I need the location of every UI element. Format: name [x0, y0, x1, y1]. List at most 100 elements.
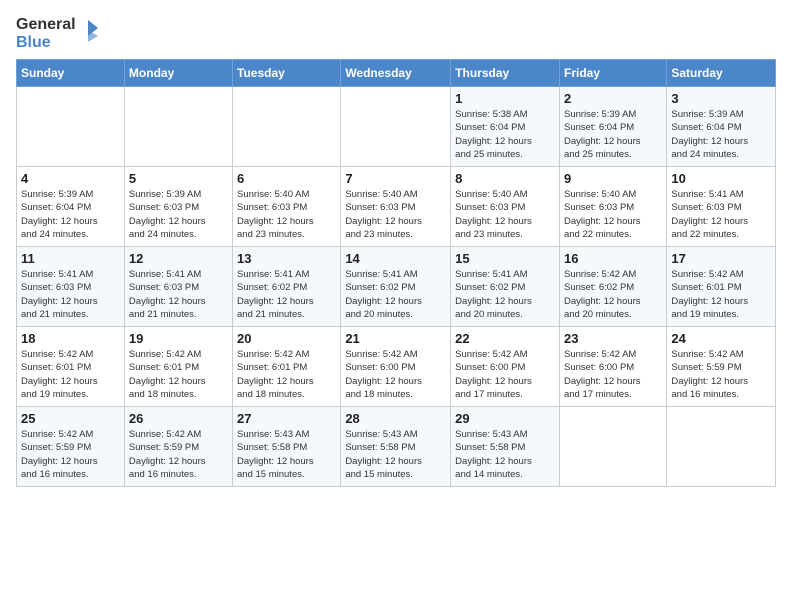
calendar-cell: 24 Sunrise: 5:42 AM Sunset: 5:59 PM Dayli…	[667, 327, 776, 407]
day-number: 18	[21, 331, 120, 346]
calendar-cell: 7Sunrise: 5:40 AM Sunset: 6:03 PM Daylig…	[341, 167, 451, 247]
week-row-2: 4Sunrise: 5:39 AM Sunset: 6:04 PM Daylig…	[17, 167, 776, 247]
day-number: 15	[455, 251, 555, 266]
calendar-cell	[341, 87, 451, 167]
week-row-1: 1 Sunrise: 5:38 AM Sunset: 6:04 PM Daylig…	[17, 87, 776, 167]
day-info: Sunrise: 5:42 AM Sunset: 5:59 PM Dayligh…	[129, 428, 228, 481]
calendar-cell: 19 Sunrise: 5:42 AM Sunset: 6:01 PM Dayli…	[124, 327, 232, 407]
calendar-cell: 26 Sunrise: 5:42 AM Sunset: 5:59 PM Dayli…	[124, 407, 232, 487]
day-info: Sunrise: 5:42 AM Sunset: 6:01 PM Dayligh…	[237, 348, 336, 401]
calendar-cell: 25Sunrise: 5:42 AM Sunset: 5:59 PM Dayli…	[17, 407, 125, 487]
week-row-5: 25 Sunrise: 5:42 AM Sunset: 5:59 PM Dayli…	[17, 407, 776, 487]
calendar-cell	[233, 87, 341, 167]
day-number: 28	[345, 411, 446, 426]
calendar-cell	[124, 87, 232, 167]
logo-line1: General	[16, 16, 76, 34]
header-friday: Friday	[559, 60, 666, 87]
calendar-cell: 27 Sunrise: 5:43 AM Sunset: 5:58 PM Dayli…	[233, 407, 341, 487]
calendar-cell	[17, 87, 125, 167]
header-monday: Monday	[124, 60, 232, 87]
day-info: Sunrise: 5:41 AM Sunset: 6:03 PM Dayligh…	[21, 268, 120, 321]
day-number: 21	[345, 331, 446, 346]
day-info: Sunrise: 5:43 AM Sunset: 5:58 PM Dayligh…	[455, 428, 555, 481]
calendar-cell: 8 Sunrise: 5:40 AM Sunset: 6:03 PM Daylig…	[451, 167, 560, 247]
calendar-cell: 23Sunrise: 5:42 AM Sunset: 6:00 PM Dayli…	[559, 327, 666, 407]
day-number: 26	[129, 411, 228, 426]
logo-bird-icon	[78, 20, 98, 48]
day-info: Sunrise: 5:41 AM Sunset: 6:02 PM Dayligh…	[345, 268, 446, 321]
day-info: Sunrise: 5:40 AM Sunset: 6:03 PM Dayligh…	[564, 188, 662, 241]
calendar-cell: 29 Sunrise: 5:43 AM Sunset: 5:58 PM Dayli…	[451, 407, 560, 487]
logo-line2: Blue	[16, 34, 76, 52]
calendar-cell: 14 Sunrise: 5:41 AM Sunset: 6:02 PM Dayli…	[341, 247, 451, 327]
day-number: 12	[129, 251, 228, 266]
week-row-3: 11 Sunrise: 5:41 AM Sunset: 6:03 PM Dayli…	[17, 247, 776, 327]
day-number: 13	[237, 251, 336, 266]
day-number: 14	[345, 251, 446, 266]
day-number: 8	[455, 171, 555, 186]
day-info: Sunrise: 5:40 AM Sunset: 6:03 PM Dayligh…	[345, 188, 446, 241]
week-row-4: 18 Sunrise: 5:42 AM Sunset: 6:01 PM Dayli…	[17, 327, 776, 407]
day-number: 19	[129, 331, 228, 346]
day-number: 6	[237, 171, 336, 186]
day-info: Sunrise: 5:42 AM Sunset: 6:01 PM Dayligh…	[671, 268, 771, 321]
day-info: Sunrise: 5:40 AM Sunset: 6:03 PM Dayligh…	[455, 188, 555, 241]
calendar-cell: 11 Sunrise: 5:41 AM Sunset: 6:03 PM Dayli…	[17, 247, 125, 327]
day-number: 3	[671, 91, 771, 106]
day-info: Sunrise: 5:38 AM Sunset: 6:04 PM Dayligh…	[455, 108, 555, 161]
day-number: 11	[21, 251, 120, 266]
day-number: 27	[237, 411, 336, 426]
day-number: 1	[455, 91, 555, 106]
calendar-cell: 22 Sunrise: 5:42 AM Sunset: 6:00 PM Dayli…	[451, 327, 560, 407]
calendar-cell: 1 Sunrise: 5:38 AM Sunset: 6:04 PM Daylig…	[451, 87, 560, 167]
calendar-cell: 4Sunrise: 5:39 AM Sunset: 6:04 PM Daylig…	[17, 167, 125, 247]
header-sunday: Sunday	[17, 60, 125, 87]
day-info: Sunrise: 5:41 AM Sunset: 6:03 PM Dayligh…	[671, 188, 771, 241]
day-number: 24	[671, 331, 771, 346]
day-info: Sunrise: 5:41 AM Sunset: 6:03 PM Dayligh…	[129, 268, 228, 321]
day-number: 16	[564, 251, 662, 266]
day-info: Sunrise: 5:42 AM Sunset: 6:00 PM Dayligh…	[455, 348, 555, 401]
day-number: 9	[564, 171, 662, 186]
calendar-cell: 21 Sunrise: 5:42 AM Sunset: 6:00 PM Dayli…	[341, 327, 451, 407]
calendar-cell: 13 Sunrise: 5:41 AM Sunset: 6:02 PM Dayli…	[233, 247, 341, 327]
day-info: Sunrise: 5:43 AM Sunset: 5:58 PM Dayligh…	[237, 428, 336, 481]
day-info: Sunrise: 5:40 AM Sunset: 6:03 PM Dayligh…	[237, 188, 336, 241]
calendar-cell: 12 Sunrise: 5:41 AM Sunset: 6:03 PM Dayli…	[124, 247, 232, 327]
page-header: General Blue	[16, 16, 776, 51]
day-info: Sunrise: 5:41 AM Sunset: 6:02 PM Dayligh…	[455, 268, 555, 321]
day-info: Sunrise: 5:42 AM Sunset: 6:00 PM Dayligh…	[345, 348, 446, 401]
calendar-cell: 18 Sunrise: 5:42 AM Sunset: 6:01 PM Dayli…	[17, 327, 125, 407]
day-header-row: SundayMondayTuesdayWednesdayThursdayFrid…	[17, 60, 776, 87]
day-number: 29	[455, 411, 555, 426]
day-number: 5	[129, 171, 228, 186]
calendar-cell: 17 Sunrise: 5:42 AM Sunset: 6:01 PM Dayli…	[667, 247, 776, 327]
header-tuesday: Tuesday	[233, 60, 341, 87]
day-info: Sunrise: 5:39 AM Sunset: 6:03 PM Dayligh…	[129, 188, 228, 241]
day-info: Sunrise: 5:42 AM Sunset: 6:01 PM Dayligh…	[129, 348, 228, 401]
logo-graphic: General Blue	[16, 16, 98, 51]
day-info: Sunrise: 5:42 AM Sunset: 5:59 PM Dayligh…	[671, 348, 771, 401]
calendar-cell: 16 Sunrise: 5:42 AM Sunset: 6:02 PM Dayli…	[559, 247, 666, 327]
calendar-cell: 2Sunrise: 5:39 AM Sunset: 6:04 PM Daylig…	[559, 87, 666, 167]
day-number: 20	[237, 331, 336, 346]
day-number: 10	[671, 171, 771, 186]
logo: General Blue	[16, 16, 98, 51]
day-info: Sunrise: 5:43 AM Sunset: 5:58 PM Dayligh…	[345, 428, 446, 481]
calendar-cell: 10 Sunrise: 5:41 AM Sunset: 6:03 PM Dayli…	[667, 167, 776, 247]
calendar-cell	[667, 407, 776, 487]
day-info: Sunrise: 5:42 AM Sunset: 6:02 PM Dayligh…	[564, 268, 662, 321]
day-info: Sunrise: 5:42 AM Sunset: 6:01 PM Dayligh…	[21, 348, 120, 401]
day-number: 25	[21, 411, 120, 426]
calendar-cell: 28 Sunrise: 5:43 AM Sunset: 5:58 PM Dayli…	[341, 407, 451, 487]
calendar-table: SundayMondayTuesdayWednesdayThursdayFrid…	[16, 59, 776, 487]
header-thursday: Thursday	[451, 60, 560, 87]
day-number: 22	[455, 331, 555, 346]
day-number: 17	[671, 251, 771, 266]
day-info: Sunrise: 5:41 AM Sunset: 6:02 PM Dayligh…	[237, 268, 336, 321]
day-info: Sunrise: 5:42 AM Sunset: 6:00 PM Dayligh…	[564, 348, 662, 401]
header-wednesday: Wednesday	[341, 60, 451, 87]
calendar-cell: 15 Sunrise: 5:41 AM Sunset: 6:02 PM Dayli…	[451, 247, 560, 327]
day-number: 4	[21, 171, 120, 186]
calendar-cell: 3Sunrise: 5:39 AM Sunset: 6:04 PM Daylig…	[667, 87, 776, 167]
